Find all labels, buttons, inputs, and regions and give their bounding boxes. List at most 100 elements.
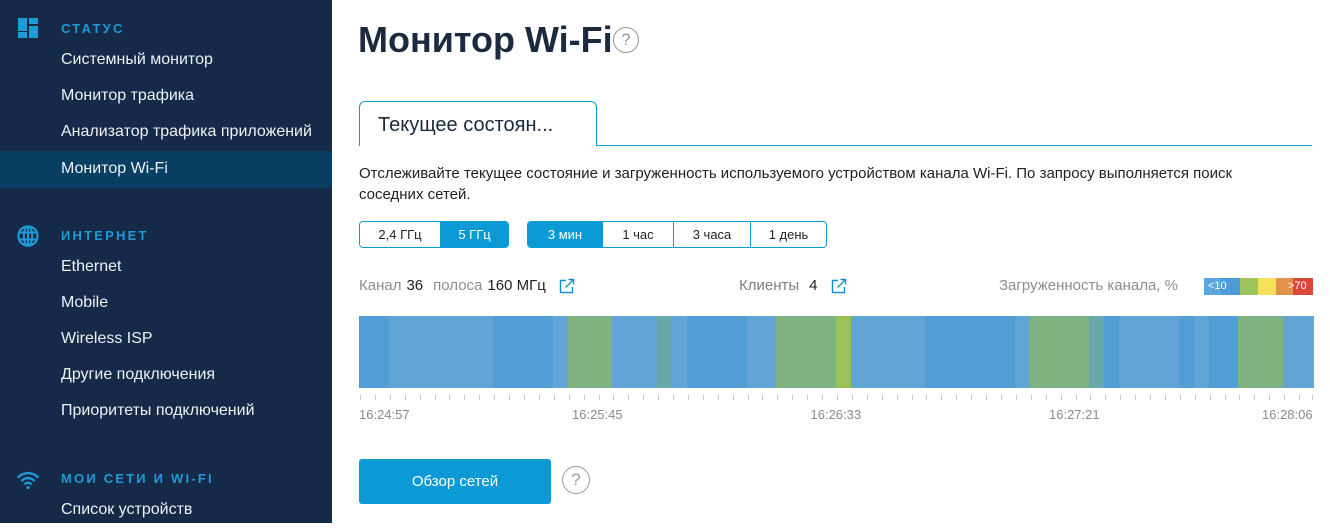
axis-tick: [658, 395, 659, 400]
axis-tick: [539, 395, 540, 400]
axis-tick: [1312, 395, 1313, 400]
globe-icon: [17, 225, 39, 247]
chart-cell: [850, 316, 867, 388]
sidebar-item-wifi-monitor[interactable]: Монитор Wi-Fi: [0, 151, 332, 188]
axis-tick: [464, 395, 465, 400]
axis-tick: [494, 395, 495, 400]
axis-tick: [1016, 395, 1017, 400]
period-option-3min[interactable]: 3 мин: [528, 222, 602, 247]
chart-cell: [508, 316, 524, 388]
scan-networks-button[interactable]: Обзор сетей: [359, 459, 551, 504]
axis-tick: [822, 395, 823, 400]
period-option-1day[interactable]: 1 день: [750, 222, 826, 247]
band-option-5ghz[interactable]: 5 ГГц: [440, 222, 508, 247]
chart-cell: [776, 316, 792, 388]
chart-cell: [1238, 316, 1254, 388]
axis-tick: [807, 395, 808, 400]
period-selector: 3 мин 1 час 3 часа 1 день: [527, 221, 827, 248]
sidebar-item-mobile[interactable]: Mobile: [0, 285, 332, 321]
axis-tick: [867, 395, 868, 400]
period-option-1hour[interactable]: 1 час: [602, 222, 673, 247]
sidebar-item-system-monitor[interactable]: Системный монитор: [0, 42, 332, 78]
chart-cell: [1134, 316, 1150, 388]
sidebar-item-ethernet[interactable]: Ethernet: [0, 249, 332, 285]
axis-tick: [1254, 395, 1255, 400]
axis-tick: [613, 395, 614, 400]
band-option-2-4ghz[interactable]: 2,4 ГГц: [360, 222, 440, 247]
axis-tick: [1150, 395, 1151, 400]
chart-cell: [880, 316, 897, 388]
chart-cell: [925, 316, 941, 388]
axis-tick: [1105, 395, 1106, 400]
axis-tick: [1180, 395, 1181, 400]
clients-count: 4: [809, 277, 818, 294]
section-title-internet: ИНТЕРНЕТ: [61, 228, 149, 243]
axis-tick: [688, 395, 689, 400]
chart-cell: [701, 316, 718, 388]
chart-cell: [1074, 316, 1090, 388]
bandwidth-value: 160 МГц: [487, 277, 546, 294]
axis-time-label: 16:24:57: [359, 407, 410, 422]
section-title-status: СТАТУС: [61, 21, 125, 36]
axis-tick: [733, 395, 734, 400]
chart-cell: [985, 316, 1001, 388]
chart-cell: [567, 316, 584, 388]
axis-tick: [1120, 395, 1121, 400]
axis-tick: [912, 395, 913, 400]
external-link-icon[interactable]: [831, 278, 847, 294]
axis-tick: [599, 395, 600, 400]
axis-tick: [1135, 395, 1136, 400]
axis-tick: [360, 395, 361, 400]
chart-cell: [612, 316, 628, 388]
axis-tick: [748, 395, 749, 400]
axis-tick: [1165, 395, 1166, 400]
chart-cell: [686, 316, 703, 388]
axis-tick: [673, 395, 674, 400]
wifi-icon: [17, 471, 39, 490]
description-line-2: соседних сетей.: [359, 186, 471, 203]
axis-tick: [926, 395, 927, 400]
axis-tick: [941, 395, 942, 400]
chart-cell: [1089, 316, 1105, 388]
axis-tick: [986, 395, 987, 400]
axis-tick: [1076, 395, 1077, 400]
chart-cell: [1104, 316, 1120, 388]
sidebar-item-traffic-monitor[interactable]: Монитор трафика: [0, 78, 332, 114]
axis-tick: [1001, 395, 1002, 400]
sidebar-item-connection-priorities[interactable]: Приоритеты подключений: [0, 393, 332, 429]
axis-tick: [390, 395, 391, 400]
chart-cell: [1193, 316, 1210, 388]
chart-cell: [597, 316, 613, 388]
axis-tick: [479, 395, 480, 400]
help-icon[interactable]: ?: [613, 27, 639, 53]
chart-cell: [791, 316, 807, 388]
chart-cell: [552, 316, 569, 388]
sidebar-item-app-traffic-analyzer[interactable]: Анализатор трафика приложений: [0, 114, 332, 150]
page-title: Монитор Wi-Fi: [358, 19, 613, 60]
chart-cell: [955, 316, 971, 388]
tab-current-state[interactable]: Текущее состоян...: [359, 101, 597, 146]
axis-tick: [1031, 395, 1032, 400]
chart-cell: [746, 316, 763, 388]
period-option-3hours[interactable]: 3 часа: [673, 222, 750, 247]
sidebar: СТАТУС Системный монитор Монитор трафика…: [0, 0, 332, 523]
sidebar-item-wireless-isp[interactable]: Wireless ISP: [0, 321, 332, 357]
axis-tick: [584, 395, 585, 400]
axis-tick: [852, 395, 853, 400]
dashboard-icon: [18, 18, 38, 38]
chart-cell: [537, 316, 554, 388]
chart-cell: [1298, 316, 1314, 388]
chart-cell: [1178, 316, 1195, 388]
chart-cell: [642, 316, 658, 388]
chart-cell: [582, 316, 599, 388]
band-selector: 2,4 ГГц 5 ГГц: [359, 221, 509, 248]
axis-tick: [777, 395, 778, 400]
external-link-icon[interactable]: [559, 278, 575, 294]
chart-cell: [433, 316, 450, 388]
axis-tick: [1046, 395, 1047, 400]
sidebar-item-other-connections[interactable]: Другие подключения: [0, 357, 332, 393]
axis-tick: [420, 395, 421, 400]
chart-cell: [359, 316, 375, 388]
scan-help-icon[interactable]: ?: [562, 466, 590, 494]
chart-cell: [1283, 316, 1299, 388]
